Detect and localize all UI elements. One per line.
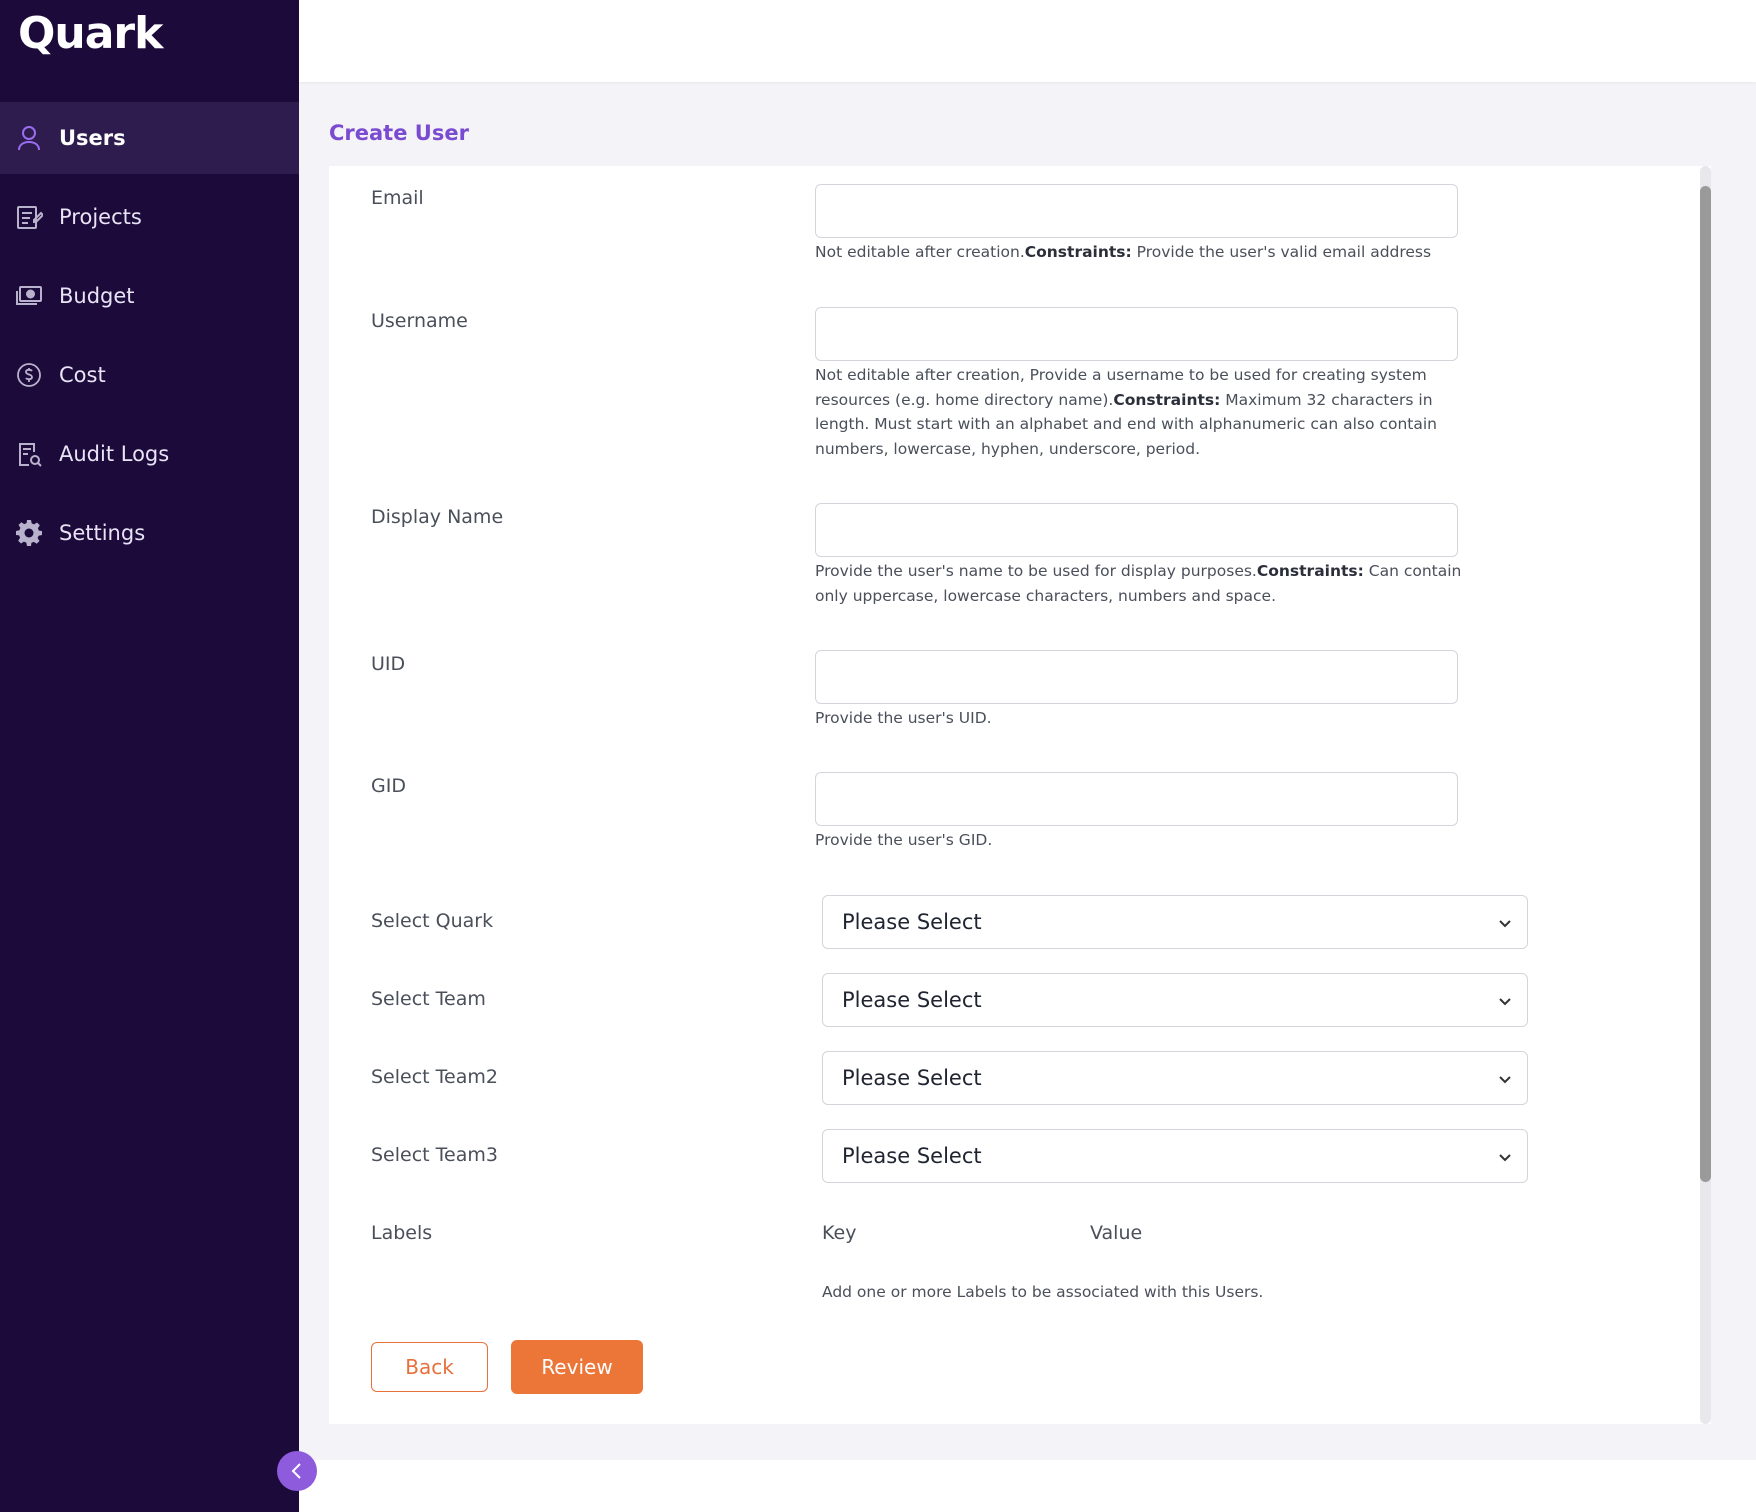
sidebar-item-cost[interactable]: Cost [0,339,299,411]
username-field[interactable] [815,307,1458,361]
username-help: Not editable after creation, Provide a u… [815,366,1437,458]
app-logo: Quark [18,8,163,59]
select-team-dropdown[interactable]: Please Select [822,973,1528,1027]
footer-bar [299,1460,1756,1512]
money-icon [14,281,44,311]
display-name-field[interactable] [815,503,1458,557]
select-team3-dropdown[interactable]: Please Select [822,1129,1528,1183]
sidebar-item-label: Settings [59,521,146,545]
scrollbar-thumb[interactable] [1700,186,1711,1182]
sidebar-item-audit-logs[interactable]: Audit Logs [0,418,299,490]
sidebar: Quark Users Projects Budget Cost Audit L… [0,0,299,1512]
sidebar-nav: Users Projects Budget Cost Audit Logs Se… [0,102,299,576]
collapse-sidebar-button[interactable] [277,1451,317,1491]
select-team2-label: Select Team2 [371,1066,498,1088]
select-team2-dropdown[interactable]: Please Select [822,1051,1528,1105]
select-quark-value: Please Select [842,910,982,934]
chevron-down-icon [1499,1076,1511,1084]
uid-help: Provide the user's UID. [815,709,992,727]
uid-label: UID [371,653,406,675]
email-help: Not editable after creation.Constraints:… [815,243,1432,261]
labels-key-header: Key [822,1222,857,1244]
sidebar-item-label: Budget [59,284,135,308]
sidebar-item-label: Cost [59,363,106,387]
uid-field[interactable] [815,650,1458,704]
document-search-icon [14,439,44,469]
sidebar-item-label: Users [59,126,126,150]
select-team-label: Select Team [371,988,486,1010]
select-quark-dropdown[interactable]: Please Select [822,895,1528,949]
display-name-label: Display Name [371,506,504,528]
dollar-circle-icon [14,360,44,390]
user-icon [14,123,44,153]
chevron-down-icon [1499,920,1511,928]
chevron-left-icon [290,1462,304,1480]
username-label: Username [371,310,468,332]
review-button[interactable]: Review [511,1340,643,1394]
select-team2-value: Please Select [842,1066,982,1090]
chevron-down-icon [1499,1154,1511,1162]
display-name-help: Provide the user's name to be used for d… [815,562,1462,605]
page-title: Create User [329,121,469,145]
select-quark-label: Select Quark [371,910,494,932]
select-team-value: Please Select [842,988,982,1012]
labels-help: Add one or more Labels to be associated … [822,1283,1264,1301]
select-team3-label: Select Team3 [371,1144,498,1166]
edit-document-icon [14,202,44,232]
gid-label: GID [371,775,406,797]
email-field[interactable] [815,184,1458,238]
select-team3-value: Please Select [842,1144,982,1168]
top-bar [299,0,1756,82]
sidebar-item-settings[interactable]: Settings [0,497,299,569]
labels-label: Labels [371,1222,433,1244]
chevron-down-icon [1499,998,1511,1006]
back-button[interactable]: Back [371,1342,488,1392]
labels-value-header: Value [1090,1222,1143,1244]
sidebar-item-users[interactable]: Users [0,102,299,174]
sidebar-item-label: Audit Logs [59,442,170,466]
email-label: Email [371,187,424,209]
gid-help: Provide the user's GID. [815,831,993,849]
sidebar-item-label: Projects [59,205,142,229]
gid-field[interactable] [815,772,1458,826]
gear-icon [14,518,44,548]
sidebar-item-budget[interactable]: Budget [0,260,299,332]
sidebar-item-projects[interactable]: Projects [0,181,299,253]
